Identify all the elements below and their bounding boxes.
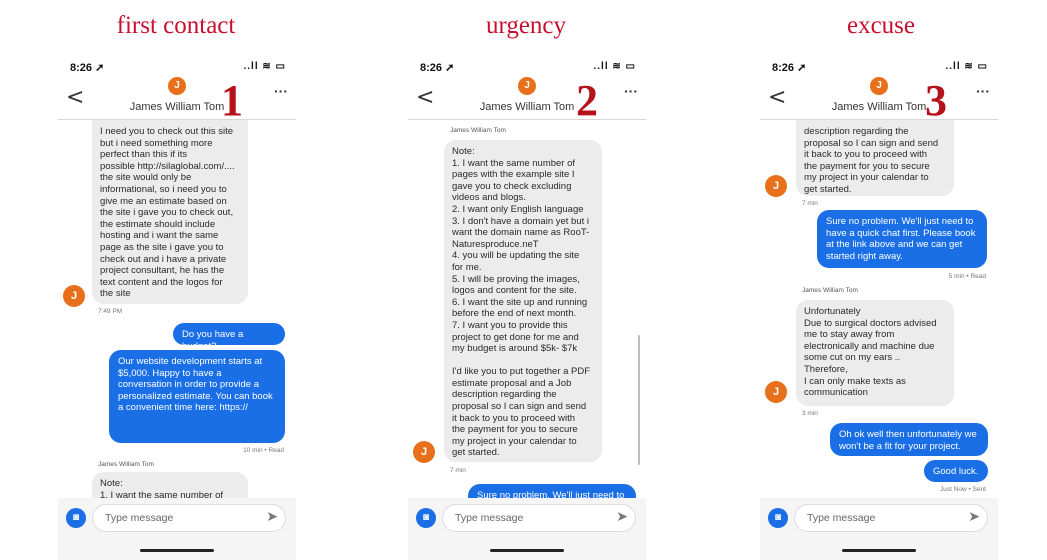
contact-name[interactable]: James William Tom [58,101,296,113]
phone-screen-2: 8:26 ➚ ..ll ≋ ▭ < J James William Tom 2 … [408,55,646,560]
message-thread[interactable]: James William Tom Note: 1. I want the sa… [408,120,646,498]
sender-name: James William Tom [802,287,858,294]
message-timestamp: 3 min [802,410,818,417]
message-composer: ◙ Type message ➤ [760,498,998,560]
message-composer: ◙ Type message ➤ [408,498,646,560]
message-timestamp: 7:49 PM [98,308,123,315]
message-read-status: 5 min • Read [948,273,986,280]
send-icon[interactable]: ➤ [616,509,628,525]
contact-name[interactable]: James William Tom [408,101,646,113]
sender-avatar: J [413,441,435,463]
status-time: 8:26 ➚ [70,62,105,74]
status-time: 8:26 ➚ [772,62,807,74]
outgoing-message: Sure no problem. We'll just need to have… [817,210,987,268]
conversation-header: < J James William Tom 2 ··· [408,76,646,125]
status-bar: 8:26 ➚ ..ll ≋ ▭ [70,61,286,75]
camera-icon[interactable]: ◙ [66,508,86,528]
outgoing-message: Do you have a budget? [173,323,285,345]
message-composer: ◙ Type message ➤ [58,498,296,560]
message-input[interactable]: Type message [794,504,988,532]
message-timestamp: 7 min [450,467,466,474]
signal-wifi-battery-icon: ..ll ≋ ▭ [243,61,286,72]
panel-title-urgency: urgency [485,12,567,39]
incoming-message: Unfortunately Due to surgical doctors ad… [796,300,954,406]
incoming-message: Note: 1. I want the same number of pages… [444,140,602,462]
contact-avatar[interactable]: J [518,77,536,95]
panel-title-excuse: excuse [846,12,916,39]
message-thread[interactable]: I need you to check out this site but i … [58,120,296,498]
more-options-icon[interactable]: ··· [274,83,288,99]
home-indicator [490,549,564,552]
status-bar: 8:26 ➚ ..ll ≋ ▭ [772,61,988,75]
message-timestamp: 7 min [802,200,818,207]
outgoing-message: Our website development starts at $5,000… [109,350,285,443]
conversation-header: < J James William Tom 3 ··· [760,76,998,125]
status-time: 8:26 ➚ [420,62,455,74]
contact-avatar[interactable]: J [168,77,186,95]
scrollbar[interactable] [638,335,640,465]
sender-avatar: J [765,175,787,197]
message-read-status: 10 min • Read [243,447,284,454]
panel-title-first-contact: first contact [116,12,236,39]
send-icon[interactable]: ➤ [266,509,278,525]
conversation-header: < J James William Tom 1 ··· [58,76,296,125]
message-thread[interactable]: description regarding the proposal so I … [760,120,998,498]
incoming-message: I need you to check out this site but i … [92,120,248,304]
home-indicator [140,549,214,552]
incoming-message: description regarding the proposal so I … [796,120,954,196]
camera-icon[interactable]: ◙ [768,508,788,528]
message-input[interactable]: Type message [92,504,286,532]
outgoing-message: Sure no problem. We'll just need to [468,484,636,498]
sender-name: James William Tom [98,461,154,468]
sender-avatar: J [63,285,85,307]
sender-name: James William Tom [450,127,506,134]
message-sent-status: Just Now • Sent [940,486,986,493]
outgoing-message: Oh ok well then unfortunately we won't b… [830,423,988,456]
camera-icon[interactable]: ◙ [416,508,436,528]
sender-avatar: J [765,381,787,403]
phone-screen-3: 8:26 ➚ ..ll ≋ ▭ < J James William Tom 3 … [760,55,998,560]
panel-number-annotation: 1 [221,76,243,125]
panel-number-annotation: 2 [576,76,598,125]
send-icon[interactable]: ➤ [968,509,980,525]
incoming-message: Note: 1. I want the same number of [92,472,248,498]
outgoing-message: Good luck. [924,460,988,482]
message-input[interactable]: Type message [442,504,636,532]
signal-wifi-battery-icon: ..ll ≋ ▭ [593,61,636,72]
status-bar: 8:26 ➚ ..ll ≋ ▭ [420,61,636,75]
contact-avatar[interactable]: J [870,77,888,95]
home-indicator [842,549,916,552]
contact-name[interactable]: James William Tom [760,101,998,113]
more-options-icon[interactable]: ··· [976,83,990,99]
more-options-icon[interactable]: ··· [624,83,638,99]
phone-screen-1: 8:26 ➚ ..ll ≋ ▭ < J James William Tom 1 … [58,55,296,560]
panel-number-annotation: 3 [925,76,947,125]
signal-wifi-battery-icon: ..ll ≋ ▭ [945,61,988,72]
